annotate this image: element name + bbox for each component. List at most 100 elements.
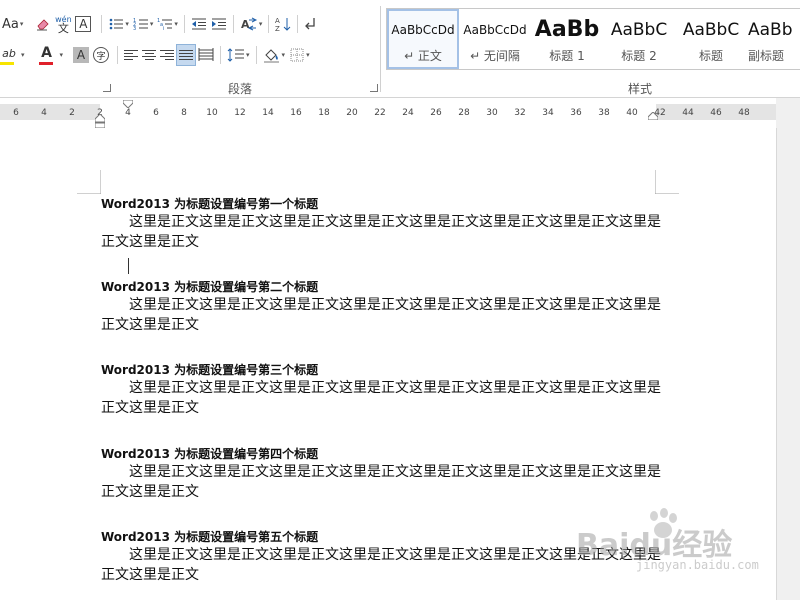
distributed-button[interactable]	[196, 44, 216, 66]
clear-format-button[interactable]	[33, 13, 53, 35]
font-group-launcher[interactable]	[103, 84, 111, 92]
phonetic-guide-button[interactable]: wén 文	[53, 13, 73, 35]
char-shading-button[interactable]: A	[71, 44, 91, 66]
section-body[interactable]: 这里是正文这里是正文这里是正文这里是正文这里是正文这里是正文这里是正文这里是正文…	[101, 378, 661, 418]
sort-button[interactable]: AZ	[273, 13, 293, 35]
highlight-dropdown[interactable]: ▾	[18, 44, 27, 66]
chevron-down-icon: ▾	[21, 51, 25, 59]
paint-bucket-icon	[263, 49, 279, 63]
chinese-layout-button[interactable]: A ▾	[238, 13, 265, 35]
borders-button[interactable]: ▾	[287, 44, 312, 66]
style-name: ↵ 正文	[404, 48, 442, 63]
bullets-button[interactable]: ▾	[106, 13, 131, 35]
ruler-tick-label: 6	[153, 108, 159, 118]
ruler-tick-label: 20	[346, 108, 358, 118]
phonetic-guide-bottom: 文	[57, 22, 69, 35]
chevron-down-icon: ▾	[174, 20, 178, 28]
style-subtitle[interactable]: AaBb 副标题	[747, 9, 799, 69]
document-section-1[interactable]: Word2013 为标题设置编号第一个标题 这里是正文这里是正文这里是正文这里是…	[101, 196, 661, 252]
section-heading[interactable]: Word2013 为标题设置编号第二个标题	[101, 279, 661, 295]
ruler-tick-label: 14	[262, 108, 274, 118]
ribbon: Aa ▾ wén 文 A ▾ 1 2 3 ▾ 1 a i ▾ A ▾ A Z a…	[0, 0, 800, 98]
separator	[255, 46, 257, 64]
char-border-button[interactable]: A	[73, 13, 93, 35]
left-indent-marker[interactable]	[95, 114, 105, 128]
ribbon-row-1: Aa ▾ wén 文 A ▾ 1 2 3 ▾ 1 a i ▾ A ▾ A Z	[0, 12, 320, 36]
ruler-tick-label: 18	[318, 108, 330, 118]
ruler-tick-label: 8	[181, 108, 187, 118]
document-section-4[interactable]: Word2013 为标题设置编号第四个标题 这里是正文这里是正文这里是正文这里是…	[101, 446, 661, 502]
ruler-tick-label: 48	[738, 108, 750, 118]
section-heading[interactable]: Word2013 为标题设置编号第三个标题	[101, 362, 661, 378]
ruler-tick-label: 10	[206, 108, 218, 118]
highlight-icon: ab	[2, 46, 16, 60]
style-normal[interactable]: AaBbCcDd ↵ 正文	[387, 9, 459, 69]
align-right-button[interactable]	[158, 44, 176, 66]
ribbon-row-2: ab ▾ A ▾ A 字 ▾ ▾ ▾	[0, 43, 312, 67]
align-left-icon	[124, 48, 139, 62]
chevron-down-icon: ▾	[246, 51, 250, 59]
document-section-3[interactable]: Word2013 为标题设置编号第三个标题 这里是正文这里是正文这里是正文这里是…	[101, 362, 661, 418]
style-no-spacing[interactable]: AaBbCcDd ↵ 无间隔	[459, 9, 531, 69]
section-body[interactable]: 这里是正文这里是正文这里是正文这里是正文这里是正文这里是正文这里是正文这里是正文…	[101, 212, 661, 252]
enclose-char-button[interactable]: 字	[91, 44, 111, 66]
svg-text:A: A	[241, 18, 250, 31]
style-sample: AaBbCcDd	[391, 22, 455, 37]
numbering-button[interactable]: 1 2 3 ▾	[131, 13, 156, 35]
style-heading-1[interactable]: AaBb 标题 1	[531, 9, 603, 69]
multilevel-list-button[interactable]: 1 a i ▾	[155, 13, 180, 35]
section-heading[interactable]: Word2013 为标题设置编号第四个标题	[101, 446, 661, 462]
style-heading-2[interactable]: AaBbC 标题 2	[603, 9, 675, 69]
increase-indent-button[interactable]	[209, 13, 229, 35]
first-line-indent-marker[interactable]	[123, 100, 133, 108]
font-color-dropdown[interactable]: ▾	[57, 44, 66, 66]
ruler-corner	[776, 98, 800, 128]
align-right-icon	[160, 48, 175, 62]
vertical-scrollbar[interactable]	[776, 128, 800, 600]
section-body[interactable]: 这里是正文这里是正文这里是正文这里是正文这里是正文这里是正文这里是正文这里是正文…	[101, 295, 661, 335]
style-name: 标题 1	[549, 48, 585, 63]
style-sample: AaBb	[534, 17, 600, 42]
char-border-icon: A	[75, 16, 92, 32]
right-indent-marker[interactable]	[648, 112, 658, 120]
highlight-color-swatch	[0, 62, 14, 65]
justify-button[interactable]	[176, 44, 197, 66]
ruler-tick-label: 38	[598, 108, 610, 118]
chevron-down-icon: ▾	[281, 51, 286, 59]
svg-text:A: A	[275, 17, 280, 25]
paragraph-group-launcher[interactable]	[370, 84, 378, 92]
separator	[101, 15, 103, 33]
section-body[interactable]: 这里是正文这里是正文这里是正文这里是正文这里是正文这里是正文这里是正文这里是正文…	[101, 462, 661, 502]
align-center-button[interactable]	[140, 44, 158, 66]
highlight-button[interactable]: ab	[0, 44, 18, 66]
ruler-tick-label: 24	[402, 108, 414, 118]
svg-text:i: i	[163, 26, 164, 32]
style-sample: AaBbC	[610, 19, 668, 40]
ruler-tick-label: 6	[13, 108, 19, 118]
ruler-tick-label: 36	[570, 108, 582, 118]
decrease-indent-button[interactable]	[189, 13, 209, 35]
ruler-tick-label: 26	[430, 108, 442, 118]
multilevel-list-icon: 1ai	[157, 18, 173, 32]
line-spacing-button[interactable]: ▾	[225, 44, 252, 66]
char-shading-icon: A	[73, 47, 90, 63]
show-marks-button[interactable]	[302, 13, 320, 35]
font-color-button[interactable]: A	[37, 44, 57, 66]
separator	[220, 46, 222, 64]
change-case-button[interactable]: Aa ▾	[0, 13, 25, 35]
style-name: ↵ 无间隔	[470, 48, 520, 63]
shading-button[interactable]: ▾	[261, 44, 288, 66]
group-separator	[380, 6, 381, 92]
section-heading[interactable]: Word2013 为标题设置编号第一个标题	[101, 196, 661, 212]
chevron-down-icon: ▾	[19, 20, 24, 28]
ruler-tick-label: 4	[125, 108, 131, 118]
chinese-layout-icon: A	[241, 17, 258, 31]
style-title[interactable]: AaBbC 标题	[675, 9, 747, 69]
separator	[297, 15, 299, 33]
chevron-down-icon: ▾	[306, 51, 310, 59]
document-section-2[interactable]: Word2013 为标题设置编号第二个标题 这里是正文这里是正文这里是正文这里是…	[101, 279, 661, 335]
chevron-down-icon: ▾	[149, 20, 154, 28]
chevron-down-icon: ▾	[258, 20, 263, 28]
enclose-char-icon: 字	[93, 47, 110, 63]
align-left-button[interactable]	[122, 44, 140, 66]
